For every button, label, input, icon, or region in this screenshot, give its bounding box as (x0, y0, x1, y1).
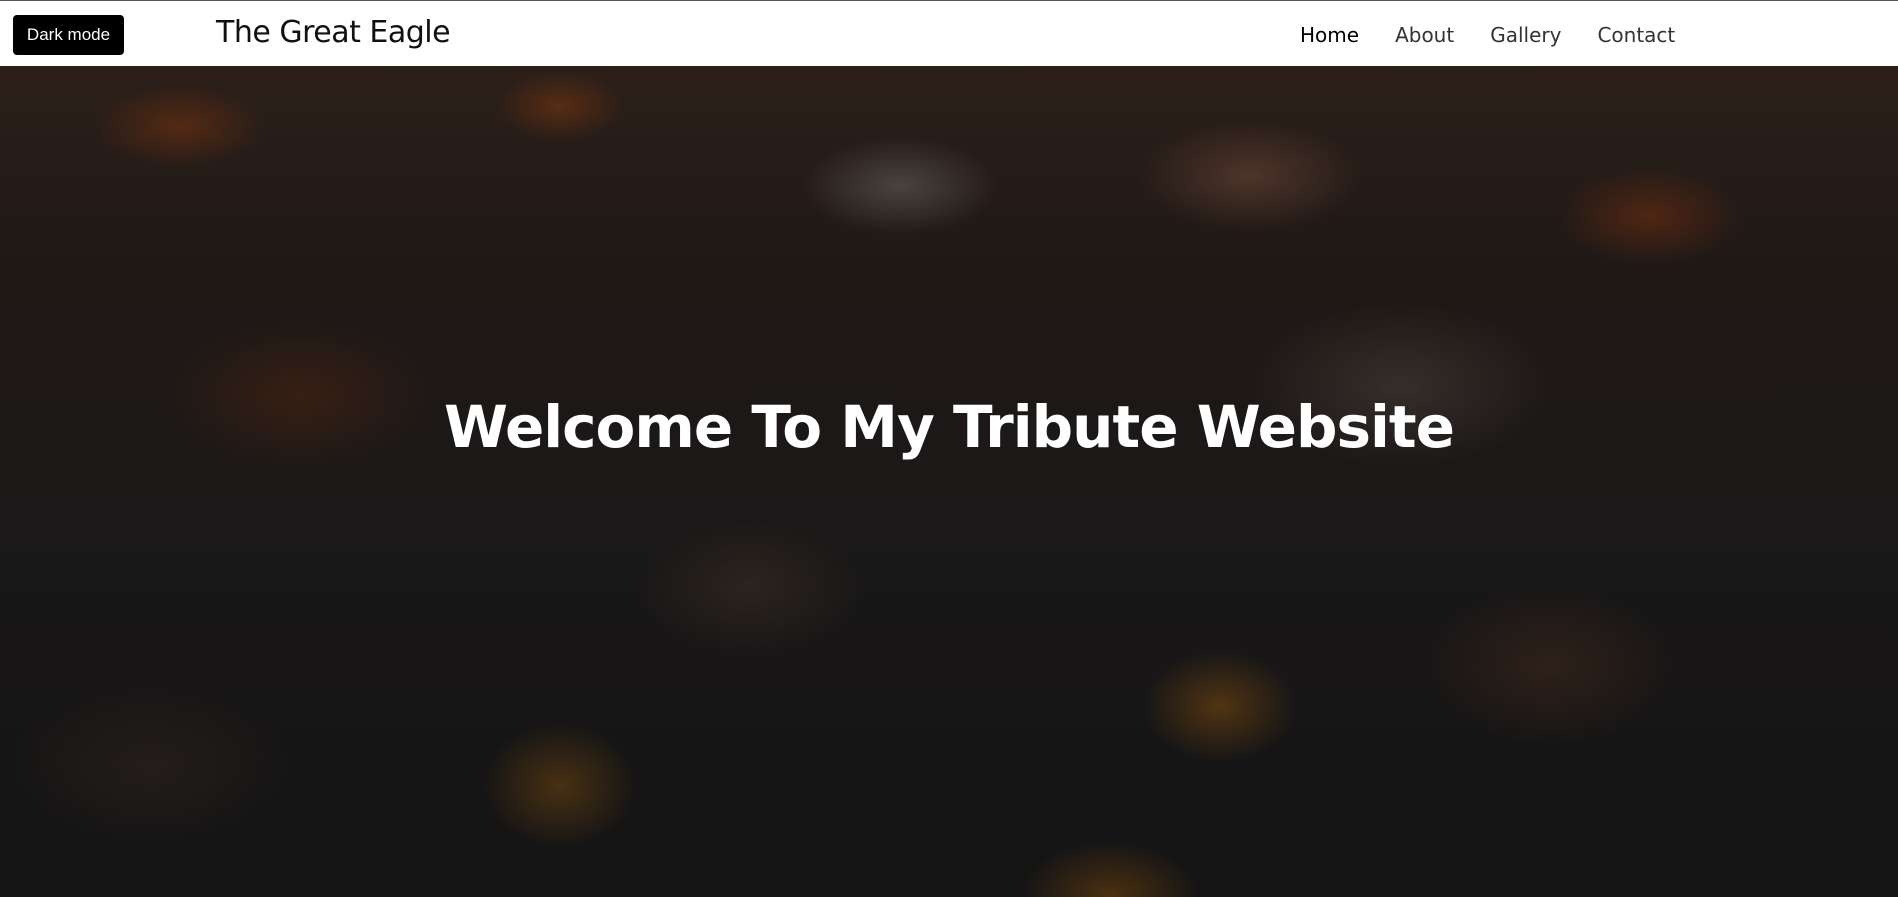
dark-mode-button[interactable]: Dark mode (13, 15, 124, 55)
hero-section: Welcome To My Tribute Website (0, 66, 1898, 897)
nav-link-contact[interactable]: Contact (1597, 21, 1675, 49)
nav-link-home[interactable]: Home (1300, 21, 1359, 49)
hero-title: Welcome To My Tribute Website (444, 393, 1455, 461)
nav-link-about[interactable]: About (1395, 21, 1454, 49)
site-title: The Great Eagle (216, 15, 451, 50)
main-nav: Home About Gallery Contact (1300, 21, 1711, 49)
page: Dark mode The Great Eagle Home About Gal… (0, 0, 1898, 897)
nav-link-gallery[interactable]: Gallery (1490, 21, 1561, 49)
top-navbar: Dark mode The Great Eagle Home About Gal… (0, 0, 1898, 66)
